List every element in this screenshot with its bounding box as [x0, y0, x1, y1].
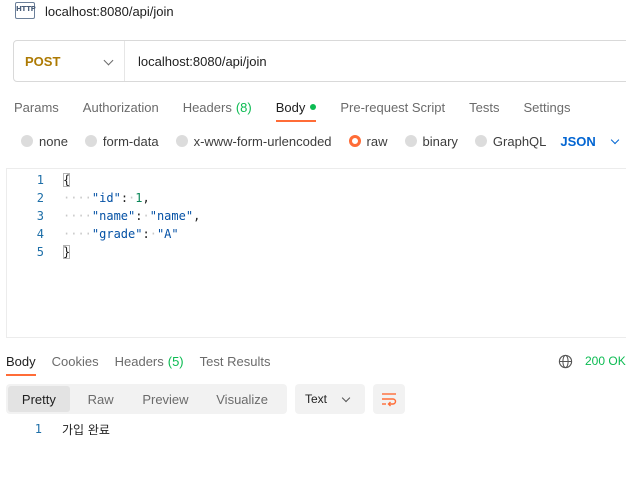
tab-tests[interactable]: Tests: [469, 96, 499, 118]
response-status: 200 OK: [558, 351, 626, 371]
radio-none[interactable]: none: [21, 134, 68, 149]
title-bar: HTTP localhost:8080/api/join: [0, 0, 626, 22]
radio-form-data[interactable]: form-data: [84, 134, 159, 149]
view-raw[interactable]: Raw: [70, 386, 132, 412]
method-select[interactable]: POST: [14, 41, 125, 81]
body-type-selector: none form-data x-www-form-urlencoded raw…: [21, 131, 620, 151]
tab-pre-request-script[interactable]: Pre-request Script: [340, 96, 445, 118]
status-code[interactable]: 200 OK: [585, 354, 626, 368]
line-number: 1: [34, 422, 42, 436]
radio-graphql[interactable]: GraphQL: [474, 134, 546, 149]
tab-body[interactable]: Body: [275, 96, 317, 122]
radio-icon: [175, 135, 188, 147]
request-tabs: Params Authorization Headers (8) Body Pre…: [14, 96, 594, 122]
editor-line: 3 ····"name":·"name",: [7, 207, 201, 225]
editor-line: 1 {: [7, 171, 71, 189]
tab-settings[interactable]: Settings: [523, 96, 570, 118]
radio-icon: [21, 135, 33, 147]
chevron-down-icon: [341, 393, 351, 402]
radio-icon: [84, 135, 97, 147]
http-file-icon: HTTP: [13, 1, 37, 21]
response-tabs: Body Cookies Headers (5) Test Results: [6, 351, 286, 376]
response-tab-test-results[interactable]: Test Results: [200, 351, 271, 371]
wrap-lines-button[interactable]: [373, 384, 405, 414]
globe-icon[interactable]: [558, 354, 573, 369]
response-tab-body[interactable]: Body: [6, 351, 36, 376]
method-label: POST: [25, 53, 61, 69]
response-headers-count: (5): [167, 353, 184, 369]
editor-line: 2 ····"id":·1,: [7, 189, 150, 207]
response-text: 가입 완료: [62, 422, 110, 437]
radio-x-www-form-urlencoded[interactable]: x-www-form-urlencoded: [175, 134, 332, 149]
line-number: 1: [36, 173, 44, 187]
request-body-editor[interactable]: 1 { 2 ····"id":·1, 3 ····"name":·"name",…: [6, 168, 626, 338]
view-preview[interactable]: Preview: [132, 386, 200, 412]
editor-line: 4 ····"grade":·"A": [7, 225, 179, 243]
tab-headers[interactable]: Headers (8): [183, 96, 252, 118]
radio-icon: [404, 135, 417, 147]
modified-dot-icon: [310, 104, 317, 110]
radio-checked-icon: [348, 135, 361, 147]
radio-raw[interactable]: raw: [348, 134, 388, 149]
response-tab-cookies[interactable]: Cookies: [52, 351, 99, 371]
tab-params[interactable]: Params: [14, 96, 59, 118]
view-pretty[interactable]: Pretty: [8, 386, 70, 412]
line-number: 3: [36, 209, 44, 223]
format-select[interactable]: Text: [295, 384, 365, 414]
headers-count: (8): [235, 99, 252, 115]
wrap-lines-icon: [382, 393, 397, 407]
request-title[interactable]: localhost:8080/api/join: [45, 4, 174, 19]
language-select[interactable]: JSON: [560, 134, 620, 149]
response-view-modes: Pretty Raw Preview Visualize: [6, 384, 287, 414]
response-tab-headers[interactable]: Headers (5): [115, 351, 184, 371]
url-bar: POST localhost:8080/api/join: [13, 40, 626, 82]
editor-line: 5 }: [7, 243, 71, 261]
view-visualize[interactable]: Visualize: [199, 386, 285, 412]
line-number: 2: [36, 191, 44, 205]
url-input[interactable]: localhost:8080/api/join: [125, 54, 267, 69]
chevron-down-icon: [103, 55, 114, 66]
radio-icon: [474, 135, 487, 147]
line-number: 5: [36, 245, 44, 259]
response-body[interactable]: 1 가입 완료: [6, 420, 110, 438]
tab-authorization[interactable]: Authorization: [83, 96, 159, 118]
radio-binary[interactable]: binary: [404, 134, 458, 149]
chevron-down-icon: [610, 135, 620, 144]
line-number: 4: [36, 227, 44, 241]
